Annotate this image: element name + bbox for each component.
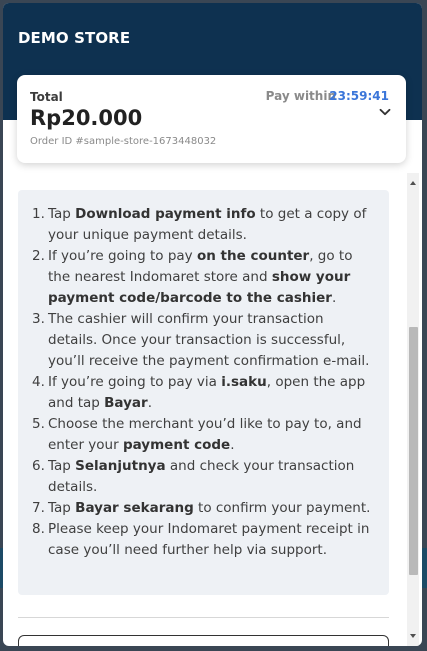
- download-payment-info-button[interactable]: [18, 635, 389, 646]
- step-number: 5.: [32, 416, 45, 432]
- instruction-step: 2. If you’re going to pay on the counter,…: [30, 246, 377, 309]
- countdown-timer: 23:59:41: [329, 89, 389, 103]
- instruction-step: 6. Tap Selanjutnya and check your transac…: [30, 456, 377, 498]
- instructions-scroll-area[interactable]: 1. Tap Download payment info to get a cop…: [3, 173, 422, 646]
- total-amount: Rp20.000: [30, 106, 143, 130]
- step-emphasis: i.saku: [221, 374, 267, 390]
- step-text: Tap: [48, 206, 76, 222]
- arrow-down-icon[interactable]: [407, 628, 419, 644]
- order-id: Order ID #sample-store-1673448032: [30, 136, 217, 147]
- instruction-step: 4. If you’re going to pay via i.saku, ope…: [30, 372, 377, 414]
- step-text: Please keep your Indomaret payment recei…: [48, 521, 370, 558]
- step-text: .: [331, 290, 337, 306]
- payment-modal: DEMO STORE Total Rp20.000 Order ID #samp…: [3, 3, 422, 646]
- step-emphasis: payment code: [122, 437, 231, 453]
- store-name: DEMO STORE: [18, 29, 131, 47]
- arrow-up-icon[interactable]: [407, 175, 419, 191]
- step-text: .: [230, 437, 235, 453]
- chevron-down-icon[interactable]: [378, 105, 392, 119]
- payment-instructions: 1. Tap Download payment info to get a cop…: [18, 190, 389, 595]
- scrollbar[interactable]: [407, 173, 419, 646]
- payment-summary-card[interactable]: Total Rp20.000 Order ID #sample-store-16…: [17, 75, 406, 163]
- pay-within-label: Pay within: [265, 89, 336, 103]
- step-number: 1.: [32, 206, 45, 222]
- step-number: 7.: [32, 500, 45, 516]
- step-text: If you’re going to pay: [48, 248, 197, 264]
- step-text: Tap: [48, 458, 76, 474]
- step-emphasis: Bayar: [104, 395, 148, 411]
- instruction-step: 8. Please keep your Indomaret payment rec…: [30, 519, 377, 561]
- instruction-list: 1. Tap Download payment info to get a cop…: [30, 204, 377, 561]
- step-emphasis: Download payment info: [75, 206, 256, 222]
- divider: [18, 617, 389, 618]
- instruction-step: 1. Tap Download payment info to get a cop…: [30, 204, 377, 246]
- instruction-step: 5. Choose the merchant you’d like to pay …: [30, 414, 377, 456]
- step-text: to confirm your payment.: [193, 500, 371, 516]
- step-emphasis: Bayar sekarang: [75, 500, 194, 516]
- total-label: Total: [30, 90, 63, 104]
- step-number: 6.: [32, 458, 45, 474]
- step-number: 2.: [32, 248, 45, 264]
- step-number: 4.: [32, 374, 45, 390]
- step-text: Tap: [48, 500, 76, 516]
- step-number: 3.: [32, 311, 45, 327]
- scrollbar-thumb[interactable]: [409, 327, 418, 575]
- instruction-step: 3. The cashier will confirm your transact…: [30, 309, 377, 372]
- step-text: The cashier will confirm your transactio…: [48, 311, 370, 369]
- step-number: 8.: [32, 521, 45, 537]
- step-emphasis: on the counter: [196, 248, 310, 264]
- step-text: .: [147, 395, 152, 411]
- step-text: If you’re going to pay via: [48, 374, 222, 390]
- instruction-step: 7. Tap Bayar sekarang to confirm your pay…: [30, 498, 377, 519]
- step-emphasis: Selanjutnya: [75, 458, 166, 474]
